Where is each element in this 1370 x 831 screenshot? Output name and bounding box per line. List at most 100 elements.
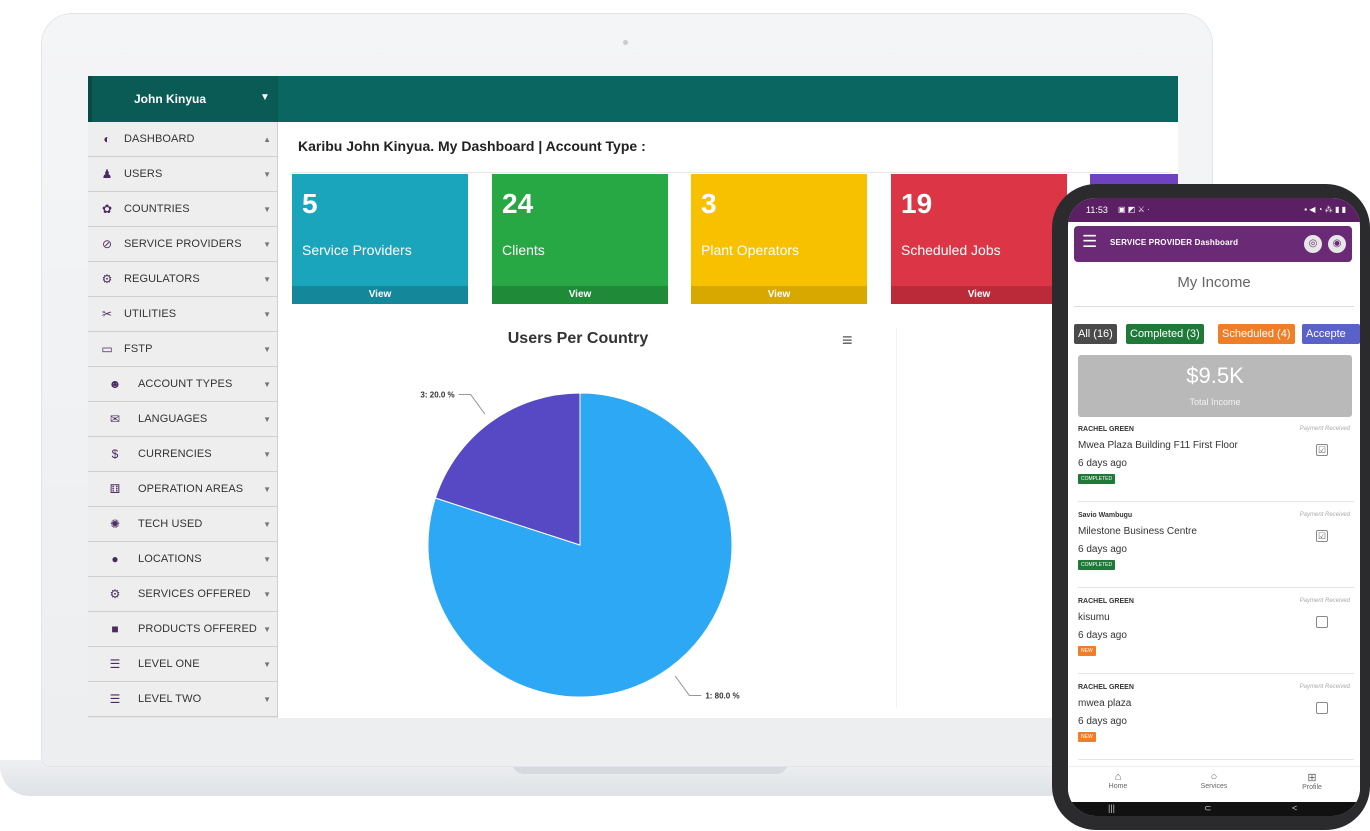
view-link[interactable]: View [891, 286, 1067, 304]
sidebar-item-level-one[interactable]: ☰ LEVEL ONE ▼ [88, 647, 277, 682]
chevron-down-icon: ▼ [263, 379, 271, 389]
account-icon: ☻ [108, 377, 122, 391]
job-time: 6 days ago [1078, 716, 1127, 727]
sidebar-item-label: LANGUAGES [138, 413, 208, 425]
menu-icon[interactable]: ☰ [1082, 233, 1097, 250]
list-item[interactable]: RACHEL GREEN Payment Received mwea plaza 6 … [1078, 676, 1354, 760]
nav-profile[interactable]: ⊞ Profile [1282, 771, 1342, 791]
list-item[interactable]: RACHEL GREEN Payment Received kisumu 6 days… [1078, 590, 1354, 674]
sidebar-item-languages[interactable]: ✉ LANGUAGES ▼ [88, 402, 277, 437]
recent-apps-icon[interactable]: ||| [1108, 803, 1115, 813]
payment-label: Payment Received [1299, 684, 1350, 690]
sidebar-item-regulators[interactable]: ⚙ REGULATORS ▼ [88, 262, 277, 297]
chevron-down-icon: ▼ [263, 449, 271, 459]
divider [292, 172, 1172, 173]
sidebar-item-services-offered[interactable]: ⚙ SERVICES OFFERED ▼ [88, 577, 277, 612]
users-per-country-chart: Users Per Country ≡ 1: 80.0 % 3: 20.0 % [298, 318, 854, 718]
sidebar-item-label: CURRENCIES [138, 448, 212, 460]
chevron-down-icon: ▼ [263, 694, 271, 704]
filter-chip[interactable]: All (16) [1074, 324, 1117, 344]
nav-services[interactable]: ○ Services [1184, 771, 1244, 790]
stat-label: Service Providers [302, 242, 412, 258]
sidebar-item-label: SERVICES OFFERED [138, 588, 251, 600]
stat-card-plant-operators[interactable]: 3 Plant Operators View [691, 174, 867, 304]
sidebar-item-utilities[interactable]: ✂ UTILITIES ▼ [88, 297, 277, 332]
status-badge: NEW [1078, 732, 1096, 742]
payment-checkbox[interactable]: ☑ [1316, 530, 1328, 542]
filter-chip[interactable]: Completed (3) [1126, 324, 1204, 344]
sidebar-item-account-types[interactable]: ☻ ACCOUNT TYPES ▼ [88, 367, 277, 402]
sidebar-item-label: PRODUCTS OFFERED [138, 623, 257, 635]
sidebar-item-label: COUNTRIES [124, 203, 190, 215]
sidebar-item-currencies[interactable]: $ CURRENCIES ▼ [88, 437, 277, 472]
bottom-nav: ⌂ Home ○ Services ⊞ Profile [1068, 766, 1360, 802]
payment-label: Payment Received [1299, 512, 1350, 518]
sidebar-item-label: ACCOUNT TYPES [138, 378, 233, 390]
stat-value: 5 [302, 188, 318, 219]
chevron-down-icon: ▼ [263, 414, 271, 424]
stat-value: 19 [901, 188, 933, 219]
sidebar-item-fstp[interactable]: ▭ FSTP ▼ [88, 332, 277, 367]
sidebar-item-products-offered[interactable]: ■ PRODUCTS OFFERED ▼ [88, 612, 277, 647]
sidebar-item-label: LEVEL ONE [138, 658, 200, 670]
payment-checkbox[interactable]: ☑ [1316, 444, 1328, 456]
main-content: Karibu John Kinyua. My Dashboard | Accou… [278, 122, 1178, 718]
sidebar-item-label: SERVICE PROVIDERS [124, 238, 242, 250]
sidebar-item-operation-areas[interactable]: ⚅ OPERATION AREAS ▼ [88, 472, 277, 507]
chevron-down-icon: ▼ [263, 624, 271, 634]
nav-label: Services [1200, 783, 1228, 790]
client-name: Savio Wambugu [1078, 512, 1133, 519]
bell-icon[interactable]: ◉ [1328, 235, 1346, 253]
search-icon[interactable]: ◎ [1304, 235, 1322, 253]
payment-checkbox[interactable] [1316, 702, 1328, 714]
filter-chip[interactable]: Scheduled (4) [1218, 324, 1295, 344]
list-item[interactable]: RACHEL GREEN Payment Received Mwea Plaza B… [1078, 418, 1354, 502]
payment-checkbox[interactable] [1316, 616, 1328, 628]
chevron-down-icon: ▼ [263, 344, 271, 354]
sidebar-item-users[interactable]: ♟ USERS ▼ [88, 157, 277, 192]
income-title: My Income [1177, 274, 1251, 291]
system-nav-bar: ||| ⊂ < [1068, 802, 1360, 816]
client-name: RACHEL GREEN [1078, 426, 1134, 433]
chevron-down-icon: ▼ [263, 169, 271, 179]
job-location: mwea plaza [1078, 698, 1132, 709]
chevron-down-icon: ▼ [263, 309, 271, 319]
phone-screen: 11:53 ▣ ◩ ⚔ · ▪ ◀ ◔ ⁂ ▮ ▮ ☰ SERVICE PROV… [1068, 198, 1360, 816]
sidebar-item-label: FSTP [124, 343, 153, 355]
sidebar-item-level-two[interactable]: ☰ LEVEL TWO ▼ [88, 682, 277, 717]
sidebar-item-countries[interactable]: ✿ COUNTRIES ▼ [88, 192, 277, 227]
job-location: kisumu [1078, 612, 1110, 623]
currency-icon: $ [111, 447, 119, 461]
sidebar-item-tech-used[interactable]: ✺ TECH USED ▼ [88, 507, 277, 542]
payment-label: Payment Received [1299, 426, 1350, 432]
total-income-value: $9.5K [1186, 363, 1244, 388]
chevron-down-icon: ▼ [260, 92, 270, 103]
sidebar-item-locations[interactable]: ● LOCATIONS ▼ [88, 542, 277, 577]
user-menu[interactable]: John Kinyua ▼ [88, 76, 278, 122]
sidebar-item-service-providers[interactable]: ⊘ SERVICE PROVIDERS ▼ [88, 227, 277, 262]
stat-card-clients[interactable]: 24 Clients View [492, 174, 668, 304]
dashboard-icon: ◐ [103, 132, 111, 146]
view-link[interactable]: View [492, 286, 668, 304]
sidebar-item-label: USERS [124, 168, 163, 180]
home-pill-icon[interactable]: ⊂ [1204, 803, 1212, 814]
sidebar-item-label: UTILITIES [124, 308, 177, 320]
status-badge: COMPLETED [1078, 560, 1116, 570]
stat-value: 24 [502, 188, 534, 219]
stat-card-service-providers[interactable]: 5 Service Providers View [292, 174, 468, 304]
back-icon[interactable]: < [1292, 803, 1297, 813]
sidebar-item-label: OPERATION AREAS [138, 483, 244, 495]
list-item[interactable]: Savio Wambugu Payment Received Milestone B… [1078, 504, 1354, 588]
filter-chip[interactable]: Accepte [1302, 324, 1360, 344]
profile-icon: ⊞ [1307, 772, 1317, 784]
status-icons: ▣ ◩ ⚔ · [1118, 205, 1150, 214]
sidebar-item-label: REGULATORS [124, 273, 200, 285]
view-link[interactable]: View [691, 286, 867, 304]
stat-card-scheduled-jobs[interactable]: 19 Scheduled Jobs View [891, 174, 1067, 304]
view-link[interactable]: View [292, 286, 468, 304]
services-icon: ○ [1210, 771, 1218, 783]
sidebar-item-dashboard[interactable]: ◐ DASHBOARD ▲ [88, 122, 277, 157]
nav-home[interactable]: ⌂ Home [1088, 771, 1148, 790]
link-icon: ⊘ [101, 237, 113, 251]
box-icon: ■ [111, 622, 119, 636]
